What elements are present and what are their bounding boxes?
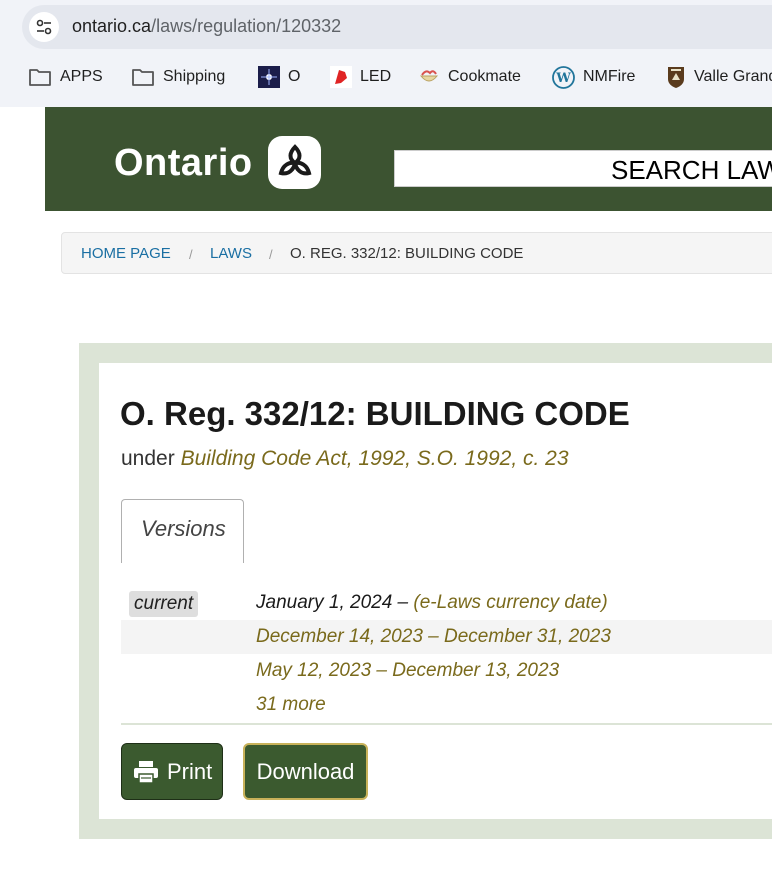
folder-icon: [132, 69, 154, 86]
breadcrumb-home-link[interactable]: HOME PAGE: [81, 245, 171, 262]
versions-divider: [121, 723, 772, 725]
version-row: May 12, 2023 – December 13, 2023: [121, 654, 772, 688]
address-bar[interactable]: ontario.ca/laws/regulation/120332: [22, 5, 772, 49]
print-button[interactable]: Print: [121, 743, 223, 800]
bookmark-cookmate[interactable]: Cookmate: [418, 60, 521, 94]
folder-icon: [29, 69, 51, 86]
current-version-text: January 1, 2024 – (e-Laws currency date): [256, 592, 608, 614]
bookmark-led[interactable]: LED: [330, 60, 391, 94]
bookmark-label: LED: [360, 68, 392, 85]
bookmark-label: O: [288, 68, 301, 85]
trillium-icon: [278, 143, 311, 175]
currency-date-link[interactable]: (e-Laws currency date): [413, 592, 607, 613]
site-header: Ontario SEARCH LAW: [45, 107, 772, 211]
site-info-button[interactable]: [29, 12, 59, 42]
bookmark-label: APPS: [60, 68, 103, 85]
bookmark-apps[interactable]: APPS: [28, 60, 103, 94]
bookmark-shipping[interactable]: Shipping: [131, 60, 225, 94]
breadcrumb-current: O. REG. 332/12: BUILDING CODE: [290, 245, 524, 262]
star-favicon-icon: [258, 66, 280, 88]
bookmark-valle-grand[interactable]: Valle Grand: [666, 60, 772, 94]
version-row-more: 31 more: [121, 688, 772, 722]
bookmark-label: NMFire: [583, 68, 636, 85]
wordpress-icon: W: [552, 65, 575, 89]
page-title: O. Reg. 332/12: BUILDING CODE: [120, 395, 630, 432]
breadcrumb: HOME PAGE / LAWS / O. REG. 332/12: BUILD…: [61, 232, 772, 274]
version-row: December 14, 2023 – December 31, 2023: [121, 620, 772, 654]
browser-chrome: ontario.ca/laws/regulation/120332 APPS S…: [0, 0, 772, 107]
regulation-panel: O. Reg. 332/12: BUILDING CODE under Buil…: [99, 363, 772, 819]
current-version-date: January 1, 2024 –: [256, 592, 409, 613]
bookmarks-bar: APPS Shipping O LED Cookmate W NMFire Va…: [0, 60, 772, 94]
version-link[interactable]: May 12, 2023 – December 13, 2023: [256, 660, 559, 682]
bookmark-o[interactable]: O: [258, 60, 300, 94]
current-badge: current: [129, 591, 199, 617]
cookmate-favicon-icon: [419, 70, 439, 82]
search-laws-label: SEARCH LAW: [611, 155, 772, 185]
regulation-panel-frame: O. Reg. 332/12: BUILDING CODE under Buil…: [79, 343, 772, 839]
parent-act-link[interactable]: Building Code Act, 1992, S.O. 1992, c. 2…: [181, 447, 569, 470]
tab-versions[interactable]: Versions: [121, 499, 244, 563]
url-path: /laws/regulation/120332: [151, 16, 342, 36]
ontario-logo-text[interactable]: Ontario: [114, 142, 253, 185]
regulation-subtitle: under Building Code Act, 1992, S.O. 1992…: [121, 447, 569, 471]
version-row-current: current January 1, 2024 – (e-Laws curren…: [121, 586, 772, 620]
nps-favicon-icon: [668, 67, 684, 88]
tab-versions-label: Versions: [141, 516, 226, 541]
trillium-logo-icon[interactable]: [268, 136, 321, 189]
bookmark-label: Valle Grand: [694, 68, 772, 85]
printer-icon: [134, 760, 158, 784]
bookmark-label: Cookmate: [448, 68, 521, 85]
under-prefix: under: [121, 447, 175, 470]
download-button[interactable]: Download: [243, 743, 368, 800]
led-favicon-icon: [330, 66, 352, 88]
breadcrumb-separator: /: [269, 247, 273, 262]
url-host: ontario.ca: [72, 16, 152, 36]
breadcrumb-separator: /: [189, 247, 193, 262]
download-label: Download: [256, 758, 355, 784]
svg-text:W: W: [555, 71, 571, 86]
url-text[interactable]: ontario.ca/laws/regulation/120332: [72, 16, 341, 37]
version-link[interactable]: December 14, 2023 – December 31, 2023: [256, 626, 611, 648]
bookmark-nmfire[interactable]: W NMFire: [552, 60, 635, 94]
more-versions-link[interactable]: 31 more: [256, 694, 326, 716]
bookmark-label: Shipping: [163, 68, 226, 85]
print-label: Print: [167, 758, 213, 784]
breadcrumb-laws-link[interactable]: LAWS: [210, 245, 252, 262]
tune-icon: [36, 19, 52, 35]
search-laws-input[interactable]: SEARCH LAW: [394, 150, 772, 187]
